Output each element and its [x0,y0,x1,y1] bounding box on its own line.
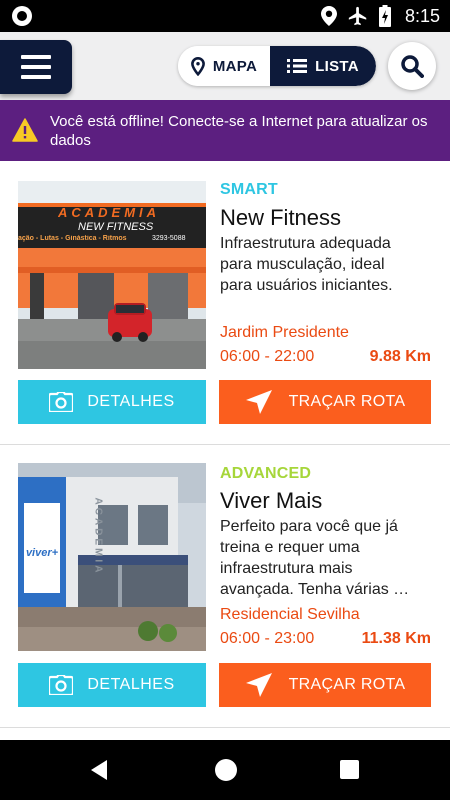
map-view-button[interactable]: MAPA [178,46,270,86]
gym-distance: 11.38 Km [361,630,431,647]
gym-photo-phone: 3293-5088 [152,235,186,242]
gym-card: viver+ ACADEMIA ADVANCED Viver Mais Perf… [0,445,450,727]
search-button[interactable] [388,42,436,90]
route-button[interactable]: TRAÇAR ROTA [219,380,431,424]
location-icon [320,6,337,26]
gym-name[interactable]: Viver Mais [220,488,322,514]
card-divider [0,727,450,728]
gym-description: Perfeito para você que já treina e reque… [220,518,410,598]
system-nav-bar [0,740,450,800]
map-view-label: MAPA [212,57,258,75]
route-label: TRAÇAR ROTA [288,393,406,410]
view-toggle: MAPA LISTA [178,46,376,86]
gym-photo-sign: ACADEMIA [58,205,161,220]
gym-hours: 06:00 - 22:00 [220,348,315,365]
details-button[interactable]: DETALHES [18,380,206,424]
list-view-label: LISTA [315,57,359,75]
menu-button[interactable] [0,40,72,94]
airplane-icon [348,6,367,26]
gym-level: ADVANCED [220,465,312,482]
gym-hours: 06:00 - 23:00 [220,630,315,647]
gym-level: SMART [220,181,278,198]
details-label: DETALHES [87,676,175,693]
gym-name[interactable]: New Fitness [220,205,341,231]
gym-neighborhood: Residencial Sevilha [220,606,360,623]
camera-icon [49,392,74,412]
gym-photo-subsign: NEW FITNESS [78,221,154,233]
list-view-button[interactable]: LISTA [270,46,376,86]
search-icon [401,55,424,78]
gym-photo-logo: viver+ [25,547,59,559]
hamburger-icon [21,55,51,79]
list-icon [287,59,308,73]
route-button[interactable]: TRAÇAR ROTA [219,663,431,707]
recents-icon[interactable] [340,760,359,779]
gym-photo-sign: ACADEMIA [92,497,104,576]
navigation-arrow-icon [245,390,272,414]
details-button[interactable]: DETALHES [18,663,206,707]
warning-icon [12,118,38,142]
status-bar: 8:15 [0,0,450,32]
back-icon[interactable] [89,759,109,781]
status-time: 8:15 [404,5,440,26]
gym-distance: 9.88 Km [369,348,431,365]
camera-icon [49,675,74,695]
gym-description: Infraestrutura adequada para musculação,… [220,235,393,294]
details-label: DETALHES [87,393,175,410]
app-header: MAPA LISTA [0,32,450,100]
notification-icon [12,6,32,26]
route-label: TRAÇAR ROTA [288,676,406,693]
gym-card: ACADEMIA NEW FITNESS ação - Lutas - Giná… [0,161,450,444]
gym-photo[interactable]: viver+ ACADEMIA [18,463,206,651]
battery-charging-icon [378,5,391,27]
offline-banner: Você está offline! Conecte-se a Internet… [0,100,450,161]
offline-message: Você está offline! Conecte-se a Internet… [50,113,428,149]
gym-photo[interactable]: ACADEMIA NEW FITNESS ação - Lutas - Giná… [18,181,206,369]
map-pin-icon [190,56,205,76]
navigation-arrow-icon [245,673,272,697]
gym-neighborhood: Jardim Presidente [220,324,349,341]
gym-photo-sign-small: ação - Lutas - Ginástica - Ritmos [18,235,127,242]
home-icon[interactable] [215,759,237,781]
